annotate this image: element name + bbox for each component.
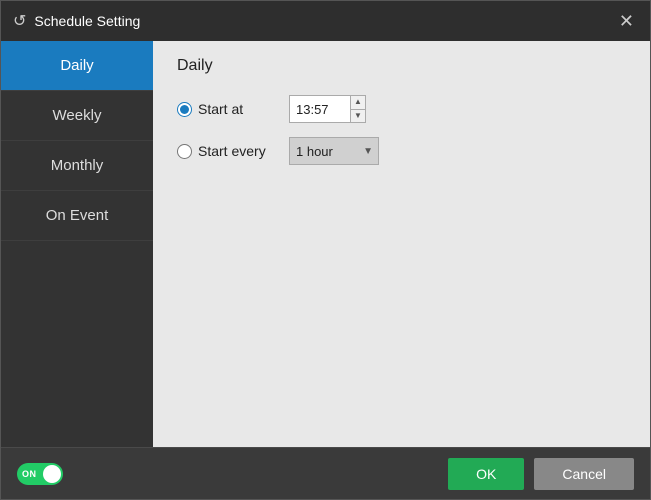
sidebar-on-event-label: On Event bbox=[46, 207, 109, 224]
toggle-knob bbox=[43, 465, 61, 483]
start-every-radio-label[interactable]: Start every bbox=[177, 143, 277, 159]
toggle-on-text: ON bbox=[22, 469, 37, 479]
title-bar: ↺ Schedule Setting ✕ bbox=[1, 1, 650, 41]
panel-title: Daily bbox=[177, 57, 626, 75]
sidebar-item-daily[interactable]: Daily bbox=[1, 41, 153, 91]
sidebar-item-weekly[interactable]: Weekly bbox=[1, 91, 153, 141]
start-every-row: Start every 1 hour 2 hours 4 hours 6 hou… bbox=[177, 137, 626, 165]
spinner-buttons: ▲ ▼ bbox=[350, 96, 365, 122]
sidebar-item-monthly[interactable]: Monthly bbox=[1, 141, 153, 191]
footer-buttons: OK Cancel bbox=[448, 458, 634, 490]
dropdown-arrow-icon: ▼ bbox=[358, 146, 378, 157]
main-panel: Daily Start at ▲ ▼ bbox=[153, 41, 650, 447]
sidebar-item-on-event[interactable]: On Event bbox=[1, 191, 153, 241]
on-off-toggle[interactable]: ON bbox=[17, 463, 63, 485]
dialog-title: Schedule Setting bbox=[34, 13, 140, 29]
start-every-dropdown-wrapper: 1 hour 2 hours 4 hours 6 hours 12 hours … bbox=[289, 137, 379, 165]
time-input-wrapper: ▲ ▼ bbox=[289, 95, 366, 123]
start-at-row: Start at ▲ ▼ bbox=[177, 95, 626, 123]
start-at-label-text: Start at bbox=[198, 101, 243, 117]
sidebar-weekly-label: Weekly bbox=[53, 107, 102, 124]
title-bar-left: ↺ Schedule Setting bbox=[13, 11, 140, 31]
close-button[interactable]: ✕ bbox=[615, 10, 638, 32]
start-at-radio[interactable] bbox=[177, 102, 192, 117]
time-input[interactable] bbox=[290, 96, 350, 122]
footer: ON OK Cancel bbox=[1, 447, 650, 499]
sidebar: Daily Weekly Monthly On Event bbox=[1, 41, 153, 447]
dialog: ↺ Schedule Setting ✕ Daily Weekly Monthl… bbox=[0, 0, 651, 500]
toggle-container[interactable]: ON bbox=[17, 463, 63, 485]
sidebar-daily-label: Daily bbox=[60, 57, 93, 74]
cancel-button[interactable]: Cancel bbox=[534, 458, 634, 490]
start-every-radio[interactable] bbox=[177, 144, 192, 159]
start-at-radio-label[interactable]: Start at bbox=[177, 101, 277, 117]
start-every-label-text: Start every bbox=[198, 143, 266, 159]
start-every-select[interactable]: 1 hour 2 hours 4 hours 6 hours 12 hours bbox=[290, 138, 358, 164]
time-up-button[interactable]: ▲ bbox=[351, 96, 365, 110]
schedule-icon: ↺ bbox=[13, 11, 26, 31]
content-area: Daily Weekly Monthly On Event Daily Star… bbox=[1, 41, 650, 447]
time-down-button[interactable]: ▼ bbox=[351, 110, 365, 123]
ok-button[interactable]: OK bbox=[448, 458, 524, 490]
sidebar-monthly-label: Monthly bbox=[51, 157, 104, 174]
